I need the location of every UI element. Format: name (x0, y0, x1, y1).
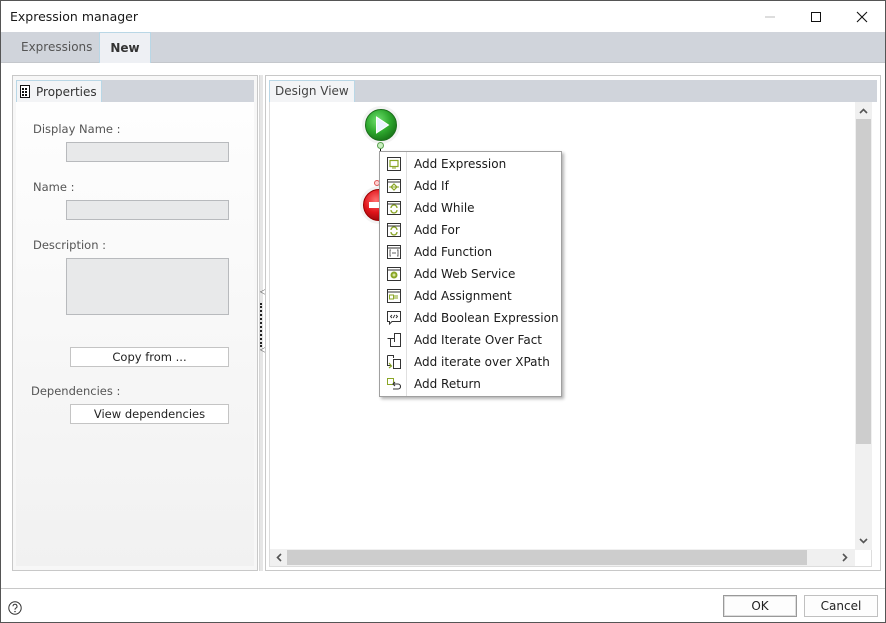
dialog-footer: OK Cancel (1, 588, 885, 622)
description-field[interactable] (66, 258, 229, 315)
properties-tab[interactable]: Properties (16, 80, 102, 102)
design-view-tab[interactable]: Design View (269, 80, 355, 102)
design-canvas[interactable] (269, 102, 872, 567)
maximize-icon (811, 11, 821, 22)
scroll-down-button[interactable] (855, 532, 872, 549)
window-title: Expression manager (10, 9, 139, 24)
expression-manager-window: Expression manager Expressions New Prope… (0, 0, 886, 623)
start-node[interactable] (362, 106, 400, 144)
help-icon (8, 601, 22, 615)
iterate-xpath-icon (386, 355, 401, 369)
menu-item-add-if[interactable]: Add If (380, 175, 561, 197)
close-icon (856, 11, 868, 22)
horizontal-scrollbar[interactable] (270, 549, 855, 566)
minimize-button[interactable] (747, 1, 793, 32)
tab-bar: Expressions New (1, 32, 885, 63)
properties-panel: Properties Display Name : Name : Descrip… (12, 75, 258, 571)
close-button[interactable] (839, 1, 885, 32)
menu-item-add-expression[interactable]: Add Expression (380, 153, 561, 175)
properties-body: Display Name : Name : Description : Copy… (16, 102, 254, 566)
web-service-icon (386, 267, 401, 281)
tab-expressions[interactable]: Expressions (1, 32, 112, 63)
iterate-fact-icon (387, 333, 401, 347)
display-name-field[interactable] (66, 142, 229, 162)
chevron-right-icon (841, 553, 848, 562)
name-label: Name : (33, 180, 75, 194)
properties-header: Properties (16, 80, 254, 102)
chevron-up-icon (859, 107, 868, 114)
menu-item-add-while[interactable]: Add While (380, 197, 561, 219)
panel-splitter[interactable]: ◁ ◁ (259, 75, 266, 571)
cancel-button[interactable]: Cancel (804, 595, 878, 617)
splitter-grip[interactable] (260, 303, 262, 347)
menu-item-add-assignment[interactable]: Add Assignment (380, 285, 561, 307)
menu-item-add-function[interactable]: Add Function (380, 241, 561, 263)
boolean-expression-icon (386, 311, 401, 325)
menu-item-add-boolean-expression[interactable]: Add Boolean Expression (380, 307, 561, 329)
chevron-down-icon (859, 537, 868, 544)
view-dependencies-button[interactable]: View dependencies (70, 404, 229, 424)
menu-item-add-web-service[interactable]: Add Web Service (380, 263, 561, 285)
function-icon (386, 245, 401, 259)
if-icon (386, 179, 401, 193)
scroll-right-button[interactable] (836, 549, 853, 566)
scroll-up-button[interactable] (855, 102, 872, 119)
return-icon (386, 378, 401, 390)
menu-item-add-return[interactable]: Add Return (380, 373, 561, 395)
menu-item-add-iterate-over-fact[interactable]: Add Iterate Over Fact (380, 329, 561, 351)
properties-grid-icon (20, 85, 30, 98)
tab-new[interactable]: New (99, 32, 151, 63)
assignment-icon (386, 289, 401, 303)
properties-tab-label: Properties (36, 84, 97, 99)
for-icon (386, 223, 401, 237)
minimize-icon (765, 16, 775, 17)
title-bar: Expression manager (1, 1, 885, 32)
scroll-left-button[interactable] (270, 549, 287, 566)
expression-icon (386, 157, 401, 171)
dependencies-label: Dependencies : (31, 384, 121, 398)
design-view-header: Design View (269, 80, 877, 102)
display-name-label: Display Name : (33, 122, 121, 136)
vertical-scrollbar[interactable] (855, 102, 872, 550)
menu-item-add-for[interactable]: Add For (380, 219, 561, 241)
start-node-connector[interactable] (377, 142, 384, 149)
name-field[interactable] (66, 200, 229, 220)
while-icon (386, 201, 401, 215)
copy-from-button[interactable]: Copy from ... (70, 347, 229, 367)
help-button[interactable] (8, 601, 22, 618)
description-label: Description : (33, 238, 107, 252)
ok-button[interactable]: OK (723, 595, 797, 617)
chevron-left-icon (275, 553, 282, 562)
vertical-scroll-thumb[interactable] (856, 119, 871, 444)
context-menu: Add Expression Add If Add While Add For … (379, 151, 562, 397)
design-view-panel: Design View (265, 75, 881, 571)
menu-item-add-iterate-over-xpath[interactable]: Add iterate over XPath (380, 351, 561, 373)
horizontal-scroll-thumb[interactable] (287, 550, 807, 565)
maximize-button[interactable] (793, 1, 839, 32)
play-icon (365, 109, 397, 141)
